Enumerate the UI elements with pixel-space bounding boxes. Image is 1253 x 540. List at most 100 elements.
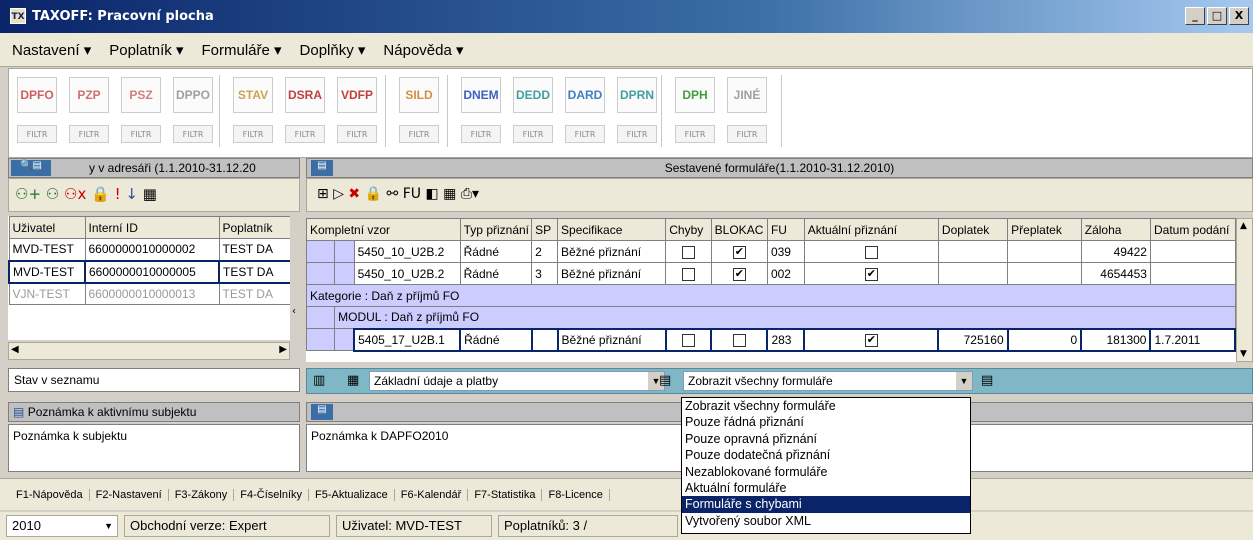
- maximize-button[interactable]: □: [1207, 7, 1227, 25]
- table-row-selected[interactable]: 5405_17_U2B.1 Řádné Běžné přiznání 283 ✔ 7251…: [306, 327, 1236, 352]
- form-button-dedd[interactable]: DEDD: [513, 77, 553, 113]
- filter-apply-icon[interactable]: ▤: [981, 373, 993, 388]
- filter-button[interactable]: FILTR: [121, 125, 161, 143]
- filter-button[interactable]: FILTR: [565, 125, 605, 143]
- col-poplatnik[interactable]: Poplatník: [218, 216, 290, 239]
- fkey-button[interactable]: F5-Aktualizace: [309, 488, 395, 501]
- table-row[interactable]: MVD-TEST 6600000010000002 TEST DA: [8, 238, 290, 261]
- table-row[interactable]: 5450_10_U2B.2 Řádné 2 Běžné přiznání ✔ 039 494…: [306, 240, 1236, 263]
- menu-napoveda[interactable]: Nápověda ▾: [383, 41, 463, 59]
- fkey-button[interactable]: F2-Nastavení: [90, 488, 169, 501]
- checkbox[interactable]: [681, 267, 695, 281]
- col-blokace[interactable]: BLOKAC: [710, 218, 768, 241]
- filter-icon[interactable]: ▤: [659, 373, 671, 388]
- dropdown-option[interactable]: Pouze opravná přiznání: [682, 431, 970, 447]
- filter-button[interactable]: FILTR: [233, 125, 273, 143]
- lock-form-icon[interactable]: 🔒: [365, 186, 382, 202]
- form-button-dsra[interactable]: DSRA: [285, 77, 325, 113]
- filter-button[interactable]: FILTR: [513, 125, 553, 143]
- dropdown-option[interactable]: Pouze dodatečná přiznání: [682, 447, 970, 463]
- vertical-scrollbar[interactable]: ▲ ▼: [1236, 218, 1253, 362]
- menu-formulare[interactable]: Formuláře ▾: [201, 41, 281, 59]
- menu-poplatnik[interactable]: Poplatník ▾: [109, 41, 183, 59]
- dropdown-option[interactable]: Pouze řádná přiznání: [682, 414, 970, 430]
- form-button-dnem[interactable]: DNEM: [461, 77, 501, 113]
- checkbox[interactable]: ✔: [864, 267, 878, 281]
- fu-icon[interactable]: FU: [403, 186, 421, 202]
- form-button-jiné[interactable]: JINÉ: [727, 77, 767, 113]
- lock-icon[interactable]: 🔒: [91, 185, 110, 203]
- form-button-dpfo[interactable]: DPFO: [17, 77, 57, 113]
- col-sp[interactable]: SP: [531, 218, 559, 241]
- form-button-vdfp[interactable]: VDFP: [337, 77, 377, 113]
- dropdown-option[interactable]: Formuláře s chybami: [682, 496, 970, 513]
- col-zaloha[interactable]: Záloha: [1080, 218, 1151, 241]
- grid-view-icon[interactable]: ▦: [443, 186, 456, 202]
- fkey-button[interactable]: F3-Zákony: [169, 488, 235, 501]
- checkbox[interactable]: [681, 245, 695, 259]
- view-select[interactable]: Základní údaje a platby ▼: [369, 371, 665, 391]
- alert-icon[interactable]: !: [115, 185, 121, 203]
- panel-icon[interactable]: ▤: [311, 160, 333, 176]
- filter-button[interactable]: FILTR: [337, 125, 377, 143]
- col-interni-id[interactable]: Interní ID: [84, 216, 220, 239]
- col-doplatek[interactable]: Doplatek: [937, 218, 1009, 241]
- filter-button[interactable]: FILTR: [727, 125, 767, 143]
- filter-button[interactable]: FILTR: [675, 125, 715, 143]
- splitter-icon[interactable]: ‹: [292, 216, 300, 356]
- print-icon[interactable]: ⎙▾: [461, 186, 479, 202]
- status-list-field[interactable]: Stav v seznamu: [8, 368, 300, 392]
- edit-user-icon[interactable]: ⚇: [46, 185, 59, 203]
- year-select[interactable]: 2010 ▼: [6, 515, 118, 537]
- col-typ[interactable]: Typ přiznání: [459, 218, 533, 241]
- add-user-icon[interactable]: ⚇+: [15, 185, 41, 203]
- col-aktualni[interactable]: Aktuální přiznání: [803, 218, 939, 241]
- open-form-icon[interactable]: ▷: [333, 186, 344, 202]
- dropdown-option[interactable]: Zobrazit všechny formuláře: [682, 398, 970, 414]
- filter-button[interactable]: FILTR: [399, 125, 439, 143]
- filter-button[interactable]: FILTR: [17, 125, 57, 143]
- form-button-dppo[interactable]: DPPO: [173, 77, 213, 113]
- link-icon[interactable]: ⚯: [387, 186, 399, 202]
- form-button-psz[interactable]: PSZ: [121, 77, 161, 113]
- col-specifikace[interactable]: Specifikace: [557, 218, 667, 241]
- checkbox[interactable]: [864, 245, 878, 259]
- search-icon[interactable]: 🔍▤: [11, 160, 51, 176]
- checkbox[interactable]: ✔: [732, 245, 746, 259]
- col-chyby[interactable]: Chyby: [665, 218, 712, 241]
- sort-down-icon[interactable]: ↓: [125, 185, 138, 203]
- filter-button[interactable]: FILTR: [173, 125, 213, 143]
- menu-nastaveni[interactable]: Nastavení ▾: [12, 41, 91, 59]
- dropdown-option[interactable]: Nezablokované formuláře: [682, 464, 970, 480]
- form-button-dard[interactable]: DARD: [565, 77, 605, 113]
- module-row[interactable]: MODUL : Daň z příjmů FO: [334, 306, 1236, 329]
- col-fu[interactable]: FU: [766, 218, 805, 241]
- scroll-left-icon[interactable]: ◀: [11, 344, 19, 355]
- dropdown-option[interactable]: Aktuální formuláře: [682, 480, 970, 496]
- col-preplatek[interactable]: Přeplatek: [1007, 218, 1082, 241]
- category-row[interactable]: Kategorie : Daň z příjmů FO: [306, 284, 1236, 307]
- menu-doplnky[interactable]: Doplňky ▾: [300, 41, 366, 59]
- filter-button[interactable]: FILTR: [461, 125, 501, 143]
- scroll-down-icon[interactable]: ▼: [1240, 349, 1247, 359]
- horizontal-scrollbar[interactable]: ◀ ▶: [8, 342, 290, 360]
- color-icon[interactable]: ◧: [425, 186, 438, 202]
- chevron-down-icon[interactable]: ▼: [956, 372, 972, 390]
- delete-form-icon[interactable]: ✖: [348, 186, 360, 202]
- view-icon[interactable]: ▦: [347, 373, 359, 388]
- close-button[interactable]: X: [1229, 7, 1249, 25]
- table-row[interactable]: VJN-TEST 6600000010000013 TEST DA: [8, 282, 290, 305]
- subject-note-text[interactable]: Poznámka k subjektu: [8, 424, 300, 472]
- checkbox[interactable]: [732, 333, 746, 347]
- fkey-button[interactable]: F7-Statistika: [468, 488, 543, 501]
- filter-button[interactable]: FILTR: [285, 125, 325, 143]
- dropdown-option[interactable]: Vytvořený soubor XML: [682, 513, 970, 529]
- scroll-right-icon[interactable]: ▶: [279, 344, 287, 355]
- column-settings-icon[interactable]: ▥: [313, 373, 325, 388]
- scroll-up-icon[interactable]: ▲: [1240, 221, 1247, 231]
- filter-button[interactable]: FILTR: [617, 125, 657, 143]
- form-button-stav[interactable]: STAV: [233, 77, 273, 113]
- checkbox[interactable]: [681, 333, 695, 347]
- checkbox[interactable]: ✔: [864, 333, 878, 347]
- fkey-button[interactable]: F6-Kalendář: [395, 488, 469, 501]
